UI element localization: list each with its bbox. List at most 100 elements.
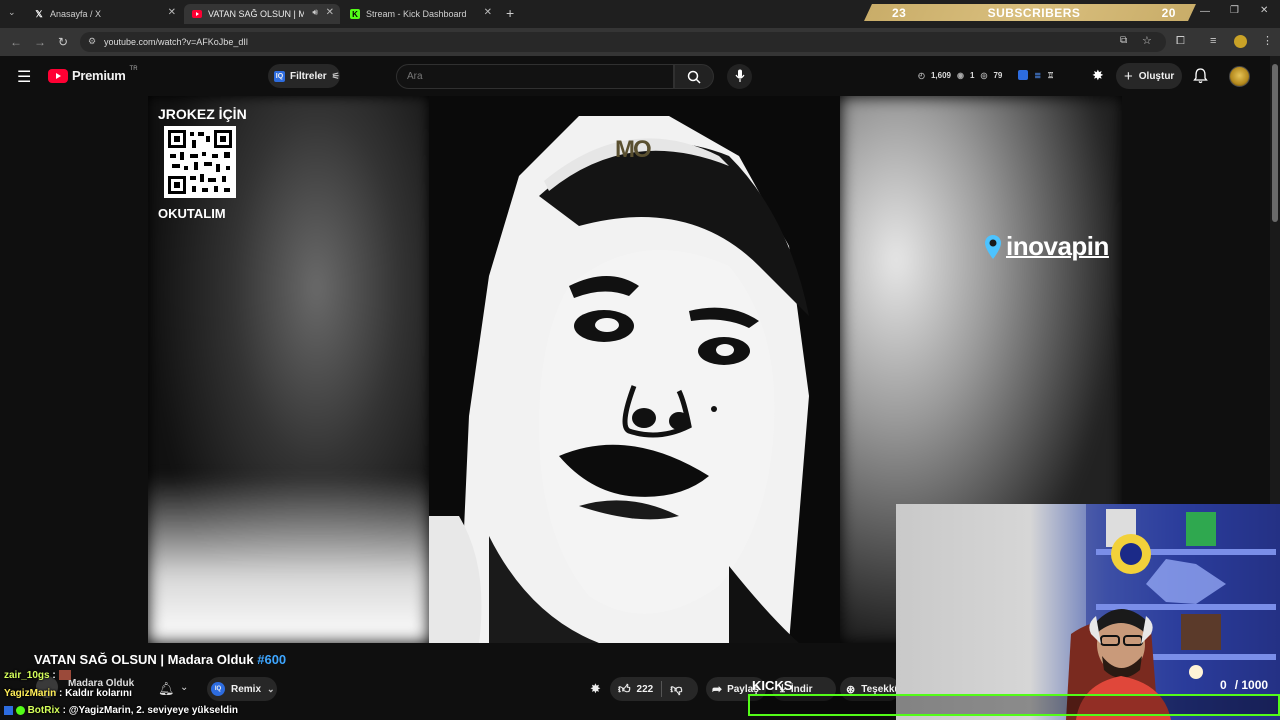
emote-icon <box>58 670 71 681</box>
chat-message: YagizMarin : Kaldır kolarını <box>4 688 132 699</box>
notification-bell-icon[interactable]: 🔔︎ <box>158 681 175 697</box>
x-logo-icon: 𝕏 <box>35 8 43 19</box>
tab-kick[interactable]: K Stream - Kick Dashboard ✕ <box>342 4 498 24</box>
close-window-icon[interactable]: ✕ <box>1260 5 1268 16</box>
youtube-logo-icon <box>192 9 202 19</box>
award-icon[interactable]: ♖ <box>1047 71 1054 80</box>
premium-label: Premium <box>72 68 126 83</box>
browser-menu-icon[interactable]: ⋮ <box>1262 34 1273 47</box>
profile-avatar[interactable] <box>1234 35 1247 48</box>
location-pin-icon <box>985 234 1001 259</box>
like-count: 222 <box>636 683 654 695</box>
thumbs-up-icon: 👍︎ <box>618 681 631 696</box>
extensions-icon[interactable]: ⧠ <box>1176 35 1185 48</box>
chevron-down-icon: ⌄ <box>267 683 275 694</box>
cast-icon[interactable]: ⧉ <box>1120 35 1127 46</box>
close-tab-icon[interactable]: ✕ <box>168 7 176 18</box>
create-button[interactable]: + Oluştur <box>1116 63 1182 89</box>
site-info-icon[interactable]: ⚙ <box>88 36 96 47</box>
chat-separator: : <box>59 688 63 699</box>
new-tab-button[interactable]: + <box>506 5 514 21</box>
kick-logo-icon: K <box>350 9 360 19</box>
views-count: 1,609 <box>930 70 952 80</box>
filter-sliders-icon: ⚟ <box>331 70 340 81</box>
search-input[interactable]: Ara <box>396 64 674 89</box>
extension-iq-icon[interactable] <box>1018 70 1029 80</box>
forward-icon[interactable]: → <box>34 35 46 49</box>
chevron-down-icon[interactable]: ⌄ <box>180 682 188 693</box>
address-bar: ← → ↻ ⚙ youtube.com/watch?v=AFKoJbe_dIl … <box>0 28 1280 56</box>
create-label: Oluştur <box>1138 70 1175 82</box>
mod-badge-icon <box>4 705 13 715</box>
qr-caption-top: JROKEZ İÇİN <box>158 106 247 122</box>
youtube-premium-logo[interactable]: Premium TR <box>48 65 138 83</box>
like-button[interactable]: 👍︎ 222 <box>618 682 653 697</box>
tab-label: Stream - Kick Dashboard <box>366 9 467 19</box>
url-field[interactable]: ⚙ youtube.com/watch?v=AFKoJbe_dIl ⧉ ☆ <box>80 32 1166 52</box>
chat-separator: : <box>52 670 56 681</box>
remix-button[interactable]: IQ Remix ⌄ <box>207 677 277 701</box>
url-text: youtube.com/watch?v=AFKoJbe_dIl <box>104 37 248 47</box>
region-badge: TR <box>129 65 138 72</box>
filters-label: Filtreler <box>290 70 327 82</box>
search-button[interactable] <box>674 64 714 89</box>
kicks-current: 0 <box>1220 678 1227 692</box>
sponsor-logo: inovapin <box>984 231 1109 262</box>
video-title: VATAN SAĞ OLSUN | Madara Olduk #600 <box>34 652 286 667</box>
youtube-logo-icon <box>48 68 68 83</box>
speaker-icon[interactable]: 🔊︎ <box>312 7 318 18</box>
back-icon[interactable]: ← <box>10 35 22 49</box>
divider <box>661 681 663 697</box>
studio-icon[interactable]: ✸ <box>1092 67 1104 84</box>
hamburger-menu-icon[interactable]: ☰ <box>17 67 31 87</box>
restore-icon[interactable]: ❐ <box>1230 5 1239 16</box>
tab-search-icon[interactable]: ⌄ <box>8 7 16 18</box>
kicks-goal-count: 0 / 1000 <box>1220 678 1268 692</box>
tab-youtube[interactable]: VATAN SAĞ OLSUN | Madar 🔊︎ ✕ <box>184 4 340 24</box>
video-portrait-frame: MO <box>429 96 840 643</box>
search-placeholder: Ara <box>407 71 423 82</box>
chat-username: BotRix <box>27 705 60 716</box>
chat-text: @YagizMarin, 2. seviyeye yükseldin <box>68 705 238 716</box>
extension-iq-icon: IQ <box>274 70 285 82</box>
tab-twitter[interactable]: 𝕏 Anasayfa / X ✕ <box>26 4 182 24</box>
verified-badge-icon <box>15 705 25 715</box>
scrollbar-thumb[interactable] <box>1272 64 1278 222</box>
bookmark-star-icon[interactable]: ☆ <box>1142 34 1152 47</box>
thanks-label: Teşekkü <box>861 683 900 695</box>
subscriber-count-left: 23 <box>892 5 907 20</box>
studio-gear-icon[interactable]: ✸ <box>590 681 601 697</box>
filters-button[interactable]: IQ Filtreler ⚟ <box>268 64 340 88</box>
share-arrow-icon: ➦ <box>712 682 723 696</box>
chat-message: zair_10gs : <box>4 670 71 681</box>
chat-text: Kaldır kolarını <box>65 688 132 699</box>
kicks-goal-bar <box>748 694 1280 716</box>
chat-separator: : <box>62 705 66 716</box>
video-title-text: VATAN SAĞ OLSUN | Madara Olduk <box>34 652 254 667</box>
close-tab-icon[interactable]: ✕ <box>326 7 334 18</box>
reload-icon[interactable]: ↻ <box>58 35 68 49</box>
notifications-bell-icon[interactable] <box>1193 68 1208 84</box>
blurred-background-left-bottom <box>148 476 429 643</box>
voice-search-button[interactable] <box>727 64 752 89</box>
download-label: İndir <box>790 683 813 695</box>
minimize-icon[interactable]: — <box>1200 6 1210 17</box>
episode-hashtag[interactable]: #600 <box>257 652 286 667</box>
like-dislike-group: 👍︎ 222 👎︎ <box>610 677 698 701</box>
qr-caption-bottom: OKUTALIM <box>158 206 226 221</box>
extension-iq-icon: IQ <box>211 682 225 696</box>
live-icon: ◉ <box>957 70 964 80</box>
thumbs-down-icon[interactable]: 👎︎ <box>670 682 682 697</box>
eye-icon: ◎ <box>980 70 988 80</box>
views-icon: ◴ <box>918 70 925 80</box>
remix-label: Remix <box>231 683 262 695</box>
reading-list-icon[interactable]: ≡ <box>1210 35 1216 47</box>
chat-message: BotRix : @YagizMarin, 2. seviyeye yüksel… <box>4 705 238 716</box>
live-count: 1 <box>970 70 975 80</box>
list-icon[interactable]: ≣ <box>1034 71 1041 80</box>
tab-label: Anasayfa / X <box>50 9 102 19</box>
account-avatar[interactable] <box>1229 66 1250 87</box>
watching-count: 79 <box>993 70 1003 80</box>
close-tab-icon[interactable]: ✕ <box>484 7 492 18</box>
subscriber-count-right: 20 <box>1161 5 1176 20</box>
